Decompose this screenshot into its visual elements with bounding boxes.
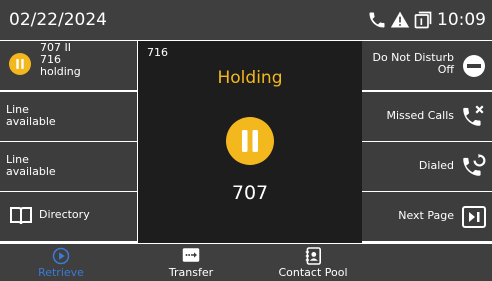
date-display: 02/22/2024 — [9, 10, 107, 30]
softkey-bar: Retrieve Transfer Contact Pool — [0, 244, 492, 281]
contact-book-icon — [305, 247, 321, 265]
contact-pool-label: Contact Pool — [278, 266, 348, 279]
call-panel: 716 Holding 707 — [138, 41, 362, 243]
line-key-state: available — [6, 115, 56, 128]
dnd-state: Off — [437, 63, 454, 76]
left-line-keys: 707 II 716 holding Line available Line a… — [0, 41, 137, 243]
clock: 10:09 — [437, 10, 486, 30]
line-key-2[interactable]: Line available — [0, 92, 137, 141]
dnd-icon — [463, 55, 485, 77]
next-page-label: Next Page — [398, 209, 454, 222]
status-icons: 10:09 — [364, 8, 486, 32]
do-not-disturb-key[interactable]: Do Not Disturb Off — [362, 41, 492, 90]
dnd-label: Do Not Disturb Off — [372, 52, 454, 76]
transfer-icon — [182, 248, 200, 262]
next-page-icon — [462, 206, 486, 228]
status-bar: 02/22/2024 10:09 — [0, 0, 492, 40]
line-key-state: available — [6, 165, 56, 178]
call-status: Holding — [217, 68, 283, 88]
remote-party-number: 707 — [231, 182, 269, 204]
transfer-softkey[interactable]: Transfer — [146, 244, 236, 281]
missed-call-icon — [463, 105, 484, 126]
retrieve-label: Retrieve — [38, 266, 84, 279]
missed-calls-key[interactable]: Missed Calls — [362, 92, 492, 141]
next-page-key[interactable]: Next Page — [362, 192, 492, 241]
hold-pause-icon — [226, 117, 274, 165]
phone-screen: 02/22/2024 10:09 707 II 716 holding Line… — [0, 0, 492, 281]
phone-icon — [369, 12, 385, 28]
warning-icon — [390, 11, 410, 28]
dialed-label: Dialed — [418, 159, 454, 172]
line-key-held-call[interactable]: 707 II 716 holding — [0, 41, 137, 90]
book-icon — [10, 207, 32, 225]
transfer-label: Transfer — [168, 266, 214, 279]
contact-pool-softkey[interactable]: Contact Pool — [265, 244, 361, 281]
right-feature-keys: Do Not Disturb Off Missed Calls Dialed N… — [362, 41, 492, 243]
call-park-icon — [414, 11, 432, 29]
directory-label: Directory — [39, 208, 90, 221]
retrieve-icon — [52, 247, 70, 265]
dialed-calls-key[interactable]: Dialed — [362, 142, 492, 191]
line-key-3[interactable]: Line available — [0, 142, 137, 191]
missed-calls-label: Missed Calls — [386, 109, 454, 122]
directory-key[interactable]: Directory — [0, 192, 137, 241]
held-call-state: holding — [40, 65, 81, 78]
active-line-number: 716 — [147, 46, 168, 59]
held-call-info: 707 II 716 holding — [40, 42, 81, 78]
retrieve-softkey[interactable]: Retrieve — [16, 244, 106, 281]
pause-icon — [9, 53, 31, 75]
dialed-call-icon — [463, 153, 486, 176]
